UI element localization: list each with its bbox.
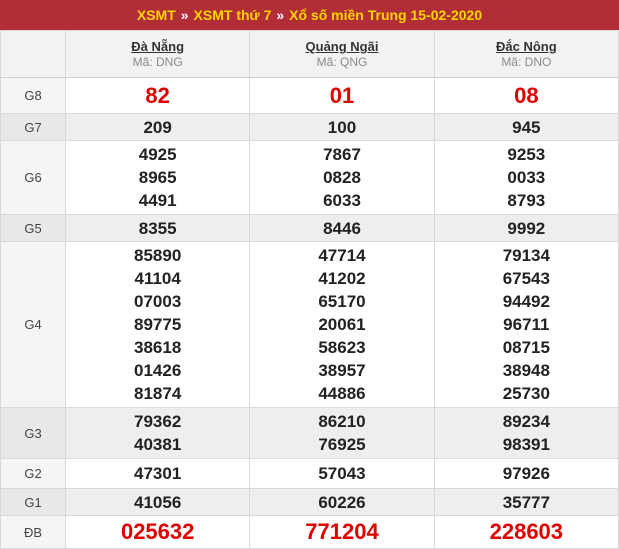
prize-number: 4925 bbox=[138, 145, 177, 164]
prize-number: 89234 bbox=[502, 412, 550, 431]
prize-number: 6033 bbox=[323, 191, 361, 210]
prize-number: 0828 bbox=[323, 168, 361, 187]
prize-number: 20061 bbox=[318, 315, 366, 334]
prize-number: 40381 bbox=[134, 435, 182, 454]
prize-label: G4 bbox=[0, 241, 66, 408]
special-prize-number: 228603 bbox=[489, 519, 564, 544]
special-prize-number: 771204 bbox=[305, 519, 379, 544]
prize-number: 85890 bbox=[134, 246, 182, 265]
prize-number: 7867 bbox=[323, 145, 361, 164]
prize-number: 79134 bbox=[502, 246, 550, 265]
prize-number: 209 bbox=[143, 117, 172, 137]
prize-label: G3 bbox=[0, 407, 66, 459]
prize-number: 01426 bbox=[134, 361, 182, 380]
province-header-dacnong: Đắc Nông Mã: DNO bbox=[433, 30, 619, 78]
province-header-quangngai: Quảng Ngãi Mã: QNG bbox=[249, 30, 435, 78]
prize-number: 08 bbox=[514, 82, 539, 108]
breadcrumb-link-xsmt-thu-7[interactable]: XSMT thứ 7 bbox=[194, 7, 272, 23]
breadcrumb-link-xsmt[interactable]: XSMT bbox=[137, 7, 176, 23]
breadcrumb-separator: » bbox=[276, 7, 285, 23]
header-corner bbox=[0, 30, 66, 78]
prize-number: 47301 bbox=[134, 464, 182, 483]
prize-number: 01 bbox=[329, 82, 355, 108]
prize-row-g6: G6 4925 8965 4491 7867 0828 6033 9253 00… bbox=[0, 140, 619, 215]
prize-number: 38948 bbox=[502, 361, 550, 380]
prize-number: 945 bbox=[512, 117, 541, 137]
prize-number: 58623 bbox=[318, 338, 366, 357]
prize-row-g4: G4 85890 41104 07003 89775 38618 01426 8… bbox=[0, 241, 619, 408]
breadcrumb: XSMT » XSMT thứ 7 » Xổ số miền Trung 15-… bbox=[0, 0, 619, 30]
prize-number: 38618 bbox=[134, 338, 182, 357]
prize-label: G6 bbox=[0, 140, 66, 215]
prize-number: 79362 bbox=[134, 412, 182, 431]
prize-number: 35777 bbox=[502, 492, 550, 512]
prize-row-g7: G7 209 100 945 bbox=[0, 113, 619, 141]
prize-number: 41202 bbox=[318, 269, 366, 288]
prize-number: 9253 bbox=[507, 145, 546, 164]
prize-number: 0033 bbox=[507, 168, 546, 187]
prize-row-g8: G8 82 01 08 bbox=[0, 77, 619, 114]
prize-number: 44886 bbox=[318, 384, 366, 403]
prize-label: G7 bbox=[0, 113, 66, 141]
prize-label: G2 bbox=[0, 458, 66, 489]
results-table: Đà Nẵng Mã: DNG Quảng Ngãi Mã: QNG Đắc N… bbox=[0, 30, 619, 549]
results-widget: XSMT » XSMT thứ 7 » Xổ số miền Trung 15-… bbox=[0, 0, 619, 549]
prize-number: 4491 bbox=[138, 191, 177, 210]
prize-number: 97926 bbox=[502, 464, 550, 483]
prize-number: 89775 bbox=[134, 315, 182, 334]
breadcrumb-link-xsmt-date[interactable]: Xổ số miền Trung 15-02-2020 bbox=[289, 7, 482, 23]
prize-number: 98391 bbox=[502, 435, 550, 454]
prize-number: 82 bbox=[145, 82, 170, 108]
prize-row-g1: G1 41056 60226 35777 bbox=[0, 488, 619, 516]
prize-number: 25730 bbox=[502, 384, 550, 403]
province-code: Mã: DNO bbox=[501, 55, 552, 69]
prize-number: 81874 bbox=[134, 384, 182, 403]
prize-number: 96711 bbox=[503, 315, 550, 334]
prize-number: 57043 bbox=[318, 464, 366, 483]
prize-row-g5: G5 8355 8446 9992 bbox=[0, 214, 619, 242]
prize-row-g2: G2 47301 57043 97926 bbox=[0, 458, 619, 489]
prize-number: 8793 bbox=[507, 191, 546, 210]
prize-number: 08715 bbox=[502, 338, 550, 357]
province-code: Mã: DNG bbox=[132, 55, 183, 69]
prize-number: 41056 bbox=[134, 492, 182, 512]
prize-number: 100 bbox=[327, 117, 357, 137]
province-name-link[interactable]: Quảng Ngãi bbox=[250, 39, 433, 55]
prize-number: 9992 bbox=[507, 218, 546, 238]
prize-number: 67543 bbox=[502, 269, 550, 288]
prize-number: 07003 bbox=[134, 292, 182, 311]
breadcrumb-separator: » bbox=[180, 7, 189, 23]
prize-number: 65170 bbox=[318, 292, 366, 311]
special-prize-number: 025632 bbox=[120, 519, 195, 544]
prize-label: G8 bbox=[0, 77, 66, 114]
prize-number: 86210 bbox=[318, 412, 366, 431]
prize-label: G5 bbox=[0, 214, 66, 242]
province-header-danang: Đà Nẵng Mã: DNG bbox=[64, 30, 251, 78]
province-header-row: Đà Nẵng Mã: DNG Quảng Ngãi Mã: QNG Đắc N… bbox=[0, 30, 619, 78]
prize-number: 8446 bbox=[323, 218, 361, 238]
prize-number: 47714 bbox=[318, 246, 366, 265]
prize-label: ĐB bbox=[0, 515, 66, 549]
province-code: Mã: QNG bbox=[316, 55, 368, 69]
prize-row-db: ĐB 025632 771204 228603 bbox=[0, 515, 619, 549]
prize-label: G1 bbox=[0, 488, 66, 516]
prize-number: 60226 bbox=[318, 492, 366, 512]
prize-number: 76925 bbox=[318, 435, 366, 454]
prize-row-g3: G3 79362 40381 86210 76925 89234 98391 bbox=[0, 407, 619, 459]
prize-number: 94492 bbox=[502, 292, 550, 311]
prize-number: 8355 bbox=[138, 218, 177, 238]
province-name-link[interactable]: Đắc Nông bbox=[435, 39, 618, 55]
province-name-link[interactable]: Đà Nẵng bbox=[66, 39, 249, 55]
prize-number: 8965 bbox=[138, 168, 177, 187]
prize-number: 38957 bbox=[318, 361, 366, 380]
prize-number: 41104 bbox=[134, 269, 181, 288]
